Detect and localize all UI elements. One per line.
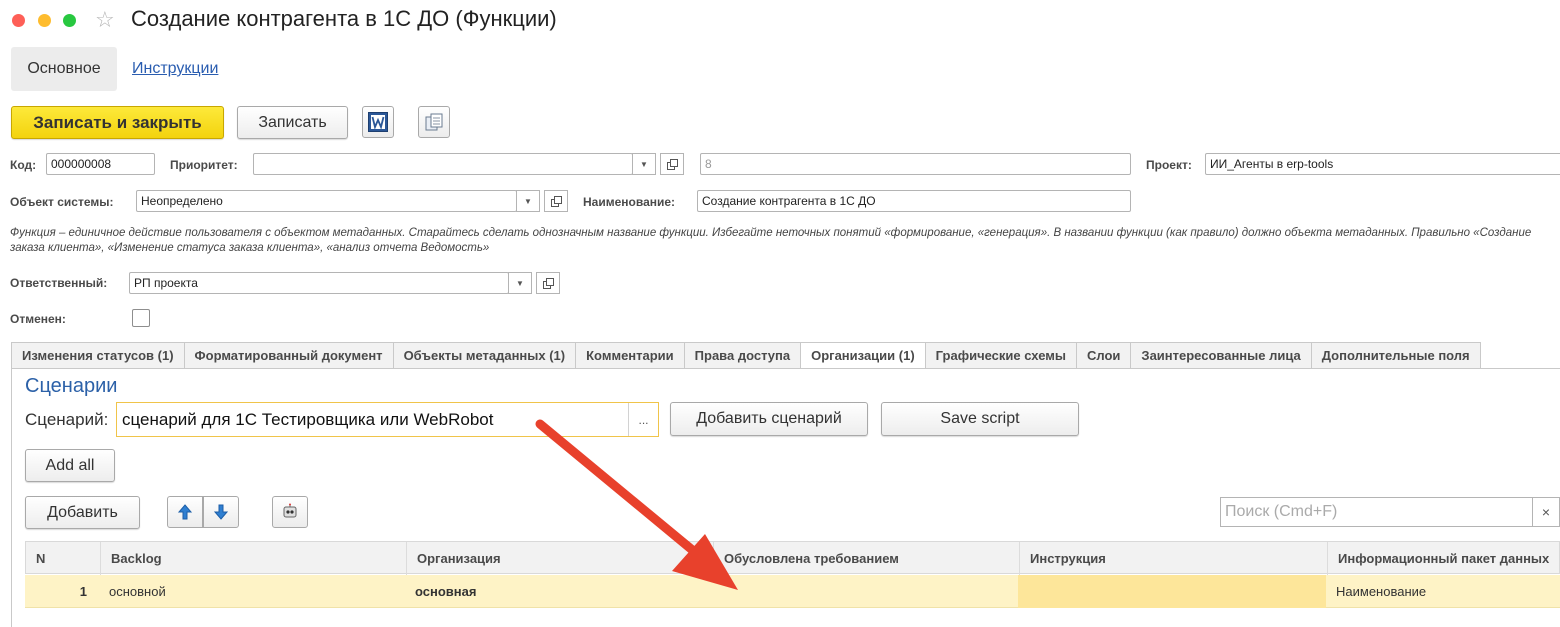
scenarios-title: Сценарии bbox=[25, 375, 118, 397]
tab-status-changes[interactable]: Изменения статусов (1) bbox=[12, 342, 185, 369]
table-header: N Backlog Организация Обусловлена требов… bbox=[25, 541, 1560, 575]
robot-action-button[interactable] bbox=[272, 496, 308, 528]
copy-document-button[interactable] bbox=[418, 106, 450, 138]
tab-formatted-document[interactable]: Форматированный документ bbox=[184, 342, 394, 369]
scenario-label: Сценарий: bbox=[25, 410, 109, 429]
function-hint-text: Функция – единичное действие пользовател… bbox=[10, 227, 1532, 254]
cancelled-checkbox[interactable] bbox=[132, 309, 150, 327]
object-open-button[interactable] bbox=[544, 190, 568, 212]
tab-access-rights[interactable]: Права доступа bbox=[684, 342, 802, 369]
arrow-up-icon bbox=[177, 504, 193, 520]
favorite-star-icon[interactable]: ☆ bbox=[95, 7, 115, 33]
tab-layers[interactable]: Слои bbox=[1077, 342, 1132, 369]
name-field[interactable]: Создание контрагента в 1С ДО bbox=[697, 190, 1131, 212]
scenario-select-button[interactable]: ... bbox=[628, 403, 658, 436]
project-label: Проект: bbox=[1146, 158, 1192, 172]
search-input[interactable]: Поиск (Cmd+F) bbox=[1220, 497, 1533, 527]
chevron-down-icon: ▼ bbox=[524, 196, 532, 206]
column-data-package[interactable]: Информационный пакет данных bbox=[1327, 542, 1560, 575]
column-n[interactable]: N bbox=[26, 542, 100, 575]
detail-tabs: Изменения статусов (1) Форматированный д… bbox=[11, 342, 1481, 369]
minimize-window-dot[interactable] bbox=[38, 14, 51, 27]
tab-instructions[interactable]: Инструкции bbox=[132, 60, 218, 78]
responsible-open-button[interactable] bbox=[536, 272, 560, 294]
name-label: Наименование: bbox=[583, 195, 676, 209]
row-number: 1 bbox=[79, 584, 87, 599]
code-label: Код: bbox=[10, 158, 37, 172]
add-all-button[interactable]: Add all bbox=[25, 449, 115, 482]
tab-panel-left-border bbox=[11, 368, 12, 627]
maximize-window-dot[interactable] bbox=[63, 14, 76, 27]
save-button[interactable]: Записать bbox=[237, 106, 348, 139]
scenario-input[interactable]: сценарий для 1С Тестировщика или WebRobo… bbox=[116, 402, 659, 437]
copy-icon bbox=[425, 113, 443, 131]
row-data-package[interactable]: Наименование bbox=[1326, 575, 1560, 608]
arrow-down-icon bbox=[213, 504, 229, 520]
move-up-button[interactable] bbox=[167, 496, 203, 528]
priority-field[interactable] bbox=[253, 153, 633, 175]
cancelled-label: Отменен: bbox=[10, 312, 66, 326]
column-instruction[interactable]: Инструкция bbox=[1019, 542, 1327, 575]
table-row[interactable]: 1 основной основная Наименование bbox=[25, 575, 1560, 608]
tab-panel-border bbox=[11, 368, 1560, 369]
tab-graphic-schemes[interactable]: Графические схемы bbox=[925, 342, 1077, 369]
tab-metadata-objects[interactable]: Объекты метаданных (1) bbox=[393, 342, 577, 369]
save-script-button[interactable]: Save script bbox=[881, 402, 1079, 436]
tab-stakeholders[interactable]: Заинтересованные лица bbox=[1131, 342, 1312, 369]
project-field[interactable]: ИИ_Агенты в erp-tools bbox=[1205, 153, 1560, 175]
add-scenario-button[interactable]: Добавить сценарий bbox=[670, 402, 868, 436]
column-requirement[interactable]: Обусловлена требованием bbox=[713, 542, 1019, 575]
robot-icon bbox=[283, 503, 297, 518]
save-and-close-button[interactable]: Записать и закрыть bbox=[11, 106, 224, 139]
chevron-down-icon: ▼ bbox=[516, 278, 524, 288]
open-window-icon bbox=[550, 195, 562, 207]
open-window-icon bbox=[666, 158, 678, 170]
move-down-button[interactable] bbox=[203, 496, 239, 528]
priority-number-field: 8 bbox=[700, 153, 1131, 175]
tab-main[interactable]: Основное bbox=[11, 47, 117, 91]
priority-label: Приоритет: bbox=[170, 158, 238, 172]
row-requirement[interactable] bbox=[712, 575, 1018, 608]
responsible-label: Ответственный: bbox=[10, 276, 108, 290]
column-backlog[interactable]: Backlog bbox=[100, 542, 406, 575]
responsible-dropdown-button[interactable]: ▼ bbox=[508, 272, 532, 294]
object-label: Объект системы: bbox=[10, 195, 114, 209]
close-window-dot[interactable] bbox=[12, 14, 25, 27]
annotation-arrow-icon bbox=[535, 419, 738, 590]
object-dropdown-button[interactable]: ▼ bbox=[516, 190, 540, 212]
window-title: Создание контрагента в 1С ДО (Функции) bbox=[131, 6, 557, 31]
add-row-button[interactable]: Добавить bbox=[25, 496, 140, 529]
responsible-field[interactable]: РП проекта bbox=[129, 272, 509, 294]
word-icon bbox=[368, 112, 388, 132]
chevron-down-icon: ▼ bbox=[640, 159, 648, 169]
tab-additional-fields[interactable]: Дополнительные поля bbox=[1311, 342, 1481, 369]
object-field[interactable]: Неопределено bbox=[136, 190, 517, 212]
open-window-icon bbox=[542, 277, 554, 289]
priority-dropdown-button[interactable]: ▼ bbox=[632, 153, 656, 175]
tab-comments[interactable]: Комментарии bbox=[576, 342, 685, 369]
tab-organizations[interactable]: Организации (1) bbox=[801, 342, 926, 369]
row-backlog[interactable]: основной bbox=[99, 575, 405, 608]
row-organization[interactable]: основная bbox=[405, 575, 712, 608]
row-instruction[interactable] bbox=[1018, 575, 1326, 608]
code-field[interactable]: 000000008 bbox=[46, 153, 155, 175]
clear-search-button[interactable]: × bbox=[1533, 497, 1560, 527]
priority-open-button[interactable] bbox=[660, 153, 684, 175]
column-organization[interactable]: Организация bbox=[406, 542, 713, 575]
word-export-button[interactable] bbox=[362, 106, 394, 138]
